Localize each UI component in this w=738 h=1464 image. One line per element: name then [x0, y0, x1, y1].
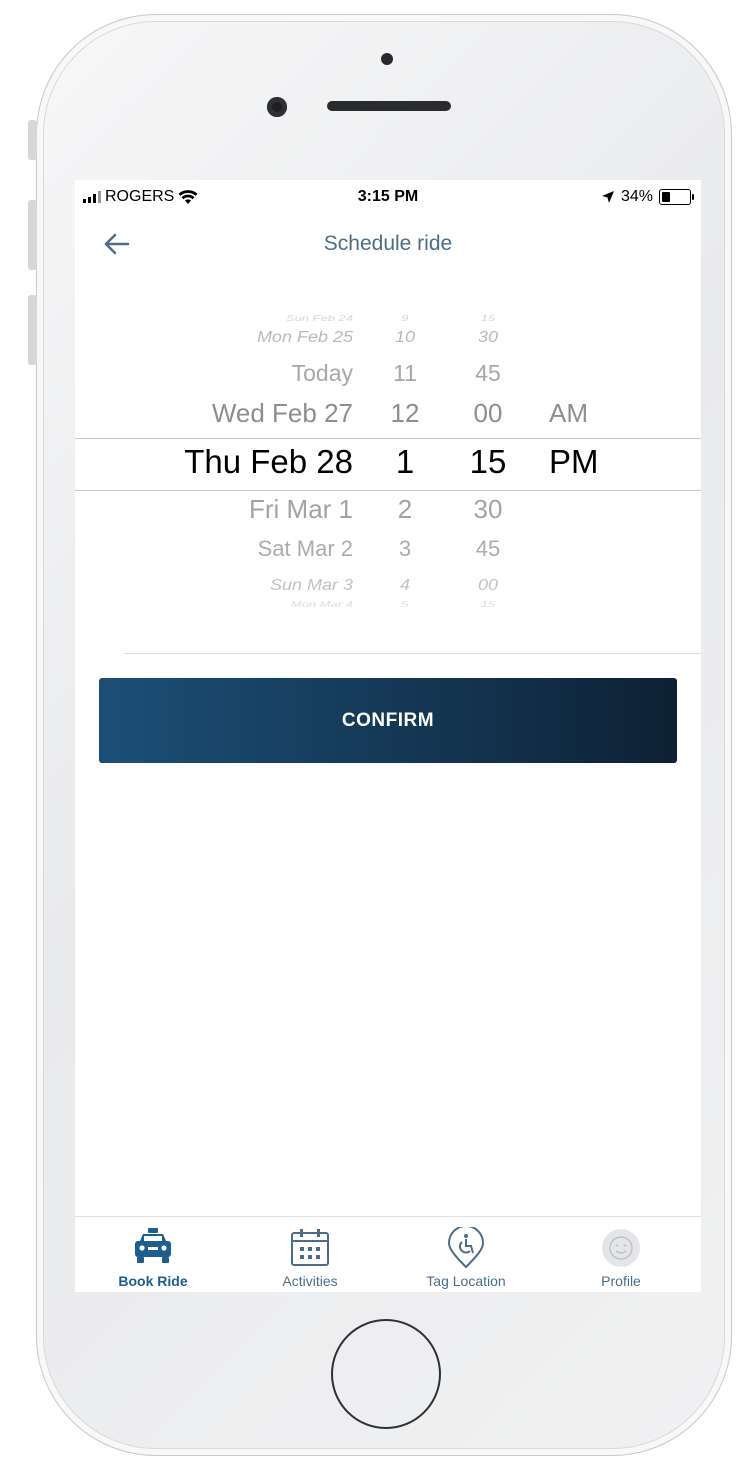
- date-option[interactable]: Sat Mar 2: [258, 538, 353, 560]
- nav-header: Schedule ride: [75, 220, 701, 270]
- tab-label: Profile: [601, 1273, 641, 1289]
- minute-option[interactable]: 45: [458, 362, 518, 385]
- minute-option[interactable]: 00: [458, 577, 518, 592]
- date-time-picker[interactable]: Sun Feb 24 Mon Feb 25 Today Wed Feb 27 Thu F…: [75, 310, 701, 610]
- ampm-option[interactable]: AM: [549, 400, 588, 426]
- hour-option[interactable]: 4: [375, 577, 435, 592]
- hour-option[interactable]: 1: [375, 445, 435, 478]
- hour-option[interactable]: 2: [375, 496, 435, 522]
- battery-icon: [659, 189, 694, 205]
- phone-volume-up: [28, 200, 37, 270]
- hour-option[interactable]: 3: [375, 538, 435, 560]
- hour-option[interactable]: 9: [375, 315, 435, 323]
- phone-sensor-dot: [381, 53, 393, 65]
- minute-option[interactable]: 15: [458, 315, 518, 323]
- date-option[interactable]: Mon Feb 25: [257, 329, 353, 344]
- minute-option[interactable]: 45: [458, 538, 518, 560]
- hour-option[interactable]: 12: [375, 400, 435, 426]
- picker-selection-top-divider: [75, 438, 701, 439]
- tab-bar: Book Ride Activities Tag Location Profil…: [75, 1216, 701, 1292]
- minute-option[interactable]: 00: [458, 400, 518, 426]
- minute-option[interactable]: 15: [458, 601, 518, 609]
- minute-option[interactable]: 30: [458, 496, 518, 522]
- status-bar: ROGERS 3:15 PM 34%: [75, 180, 701, 220]
- smiley-avatar-icon: [602, 1229, 640, 1267]
- phone-volume-down: [28, 295, 37, 365]
- date-option[interactable]: Today: [292, 362, 353, 385]
- taxi-icon: [135, 1228, 171, 1263]
- phone-camera: [267, 97, 287, 117]
- accessibility-location-pin-icon: [447, 1227, 485, 1269]
- hour-option[interactable]: 10: [375, 329, 435, 344]
- tab-activities[interactable]: Activities: [240, 1217, 380, 1292]
- date-option[interactable]: Sun Mar 3: [270, 577, 353, 592]
- tab-tag-location[interactable]: Tag Location: [396, 1217, 536, 1292]
- date-option[interactable]: Sun Feb 24: [286, 315, 353, 323]
- date-option[interactable]: Wed Feb 27: [212, 400, 353, 426]
- date-option[interactable]: Mon Mar 4: [291, 601, 353, 609]
- page-title: Schedule ride: [323, 232, 453, 255]
- tab-profile[interactable]: Profile: [551, 1217, 691, 1292]
- minute-option[interactable]: 15: [458, 445, 518, 478]
- phone-earpiece: [327, 101, 451, 111]
- ampm-option[interactable]: PM: [549, 445, 599, 478]
- app-screen: ROGERS 3:15 PM 34% Schedule ride Sun Feb…: [75, 180, 701, 1292]
- date-option[interactable]: Fri Mar 1: [249, 496, 353, 522]
- tab-label: Book Ride: [118, 1273, 188, 1289]
- picker-selection-bottom-divider: [75, 490, 701, 491]
- battery-level: [662, 192, 670, 202]
- divider: [124, 653, 701, 654]
- tab-label: Activities: [282, 1273, 338, 1289]
- calendar-icon: [291, 1229, 329, 1266]
- confirm-button[interactable]: CONFIRM: [99, 678, 677, 763]
- tab-label: Tag Location: [426, 1273, 506, 1289]
- tab-book-ride[interactable]: Book Ride: [83, 1217, 223, 1292]
- location-arrow-icon: [601, 191, 614, 203]
- date-option[interactable]: Thu Feb 28: [184, 445, 353, 478]
- home-button[interactable]: [331, 1319, 441, 1429]
- minute-option[interactable]: 30: [458, 329, 518, 344]
- hour-option[interactable]: 5: [375, 601, 435, 609]
- battery-percent: 34%: [620, 188, 653, 205]
- status-right: 34%: [601, 188, 694, 206]
- hour-option[interactable]: 11: [375, 362, 435, 385]
- phone-mute-switch: [28, 120, 37, 160]
